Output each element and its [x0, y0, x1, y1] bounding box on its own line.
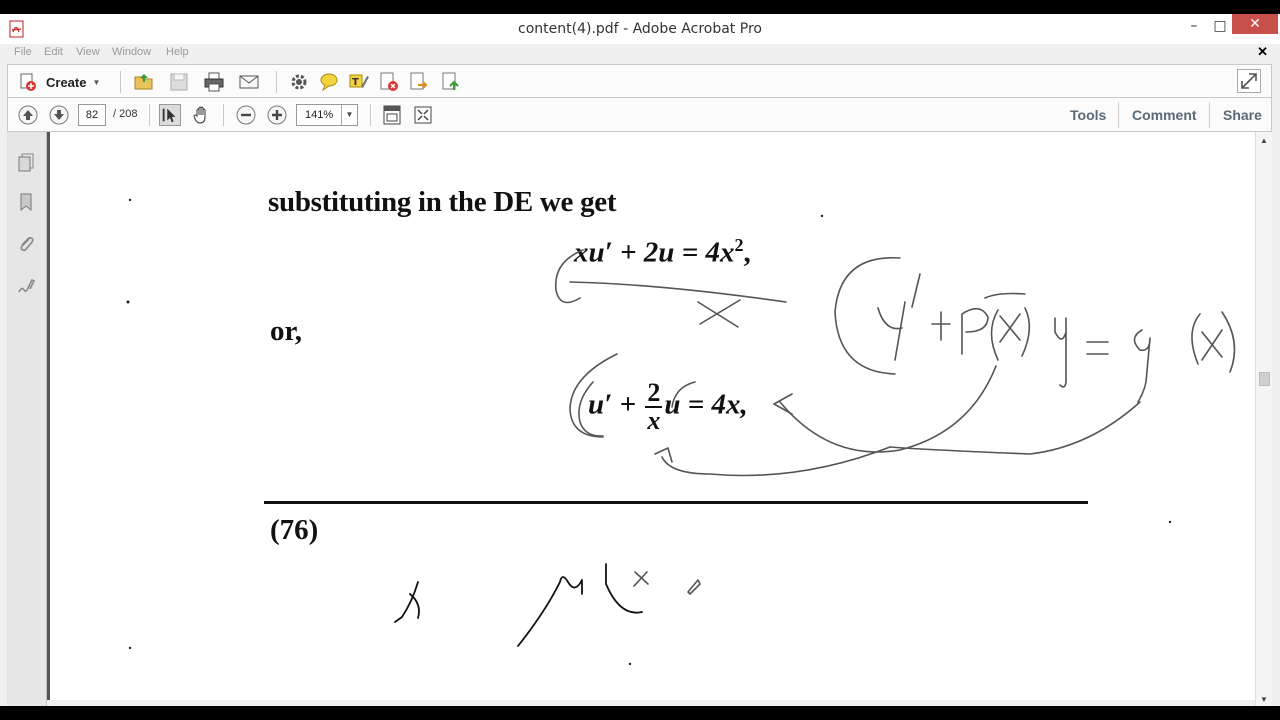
equation-1-body: xu′ + 2u = 4x	[574, 236, 735, 269]
document-page[interactable]: substituting in the DE we get xu′ + 2u =…	[47, 132, 1255, 700]
close-document-button[interactable]: ✕	[1257, 44, 1268, 60]
menu-file[interactable]: File	[14, 46, 32, 58]
menu-view[interactable]: View	[76, 46, 100, 58]
equation-1: xu′ + 2u = 4x2,	[574, 235, 751, 270]
window-title: content(4).pdf - Adobe Acrobat Pro	[518, 21, 762, 37]
open-folder-icon[interactable]	[133, 71, 155, 93]
signature-pen-icon[interactable]	[16, 276, 36, 296]
svg-text:T: T	[352, 77, 359, 88]
zoom-select[interactable]: 141% ▼	[296, 104, 358, 126]
scroll-down-icon[interactable]: ▼	[1260, 695, 1268, 704]
minimize-button[interactable]: –	[1180, 14, 1208, 40]
menu-bar: File Edit View Window Help ✕	[0, 44, 1280, 62]
toolbar-divider	[120, 71, 121, 93]
toolbar-divider	[370, 104, 371, 126]
expand-icon[interactable]	[1237, 69, 1261, 93]
fit-page-icon[interactable]	[381, 104, 403, 126]
tab-divider	[1118, 102, 1119, 128]
close-window-button[interactable]: ✕	[1232, 14, 1278, 34]
fraction-denominator: x	[647, 406, 661, 435]
navigation-toolbar: 82 / 208 141% ▼ Tools Comment Share	[7, 98, 1272, 132]
print-icon[interactable]	[203, 71, 225, 93]
share-icon[interactable]	[440, 71, 462, 93]
maximize-button[interactable]: □	[1206, 14, 1234, 40]
toolbar-divider	[276, 71, 277, 93]
next-page-icon[interactable]	[48, 104, 70, 126]
chevron-down-icon: ▼	[92, 77, 101, 87]
create-label: Create	[46, 74, 87, 90]
menu-window[interactable]: Window	[112, 46, 151, 58]
page-number-label: (76)	[270, 514, 319, 546]
page-number-input[interactable]: 82	[78, 104, 106, 126]
bookmark-icon[interactable]	[16, 192, 36, 212]
attachment-paperclip-icon[interactable]	[16, 234, 36, 254]
tab-divider	[1209, 102, 1210, 128]
tab-comment[interactable]: Comment	[1132, 107, 1197, 123]
page-thumbnails-icon[interactable]	[16, 152, 36, 172]
main-toolbar: Create ▼ T	[7, 64, 1272, 98]
document-text-line: substituting in the DE we get	[268, 186, 617, 218]
equation-2-left: u′ +	[588, 388, 644, 421]
equation-2: u′ + 2xu = 4x,	[588, 380, 748, 434]
letterbox-bar	[0, 706, 1280, 720]
scroll-up-icon[interactable]: ▲	[1260, 136, 1268, 145]
or-label: or,	[270, 315, 302, 347]
previous-page-icon[interactable]	[17, 104, 39, 126]
create-button[interactable]: Create ▼	[18, 71, 100, 93]
zoom-in-icon[interactable]	[266, 104, 288, 126]
fraction-numerator: 2	[645, 378, 663, 408]
save-icon[interactable]	[168, 71, 190, 93]
email-icon[interactable]	[238, 71, 260, 93]
equation-2-right: u = 4x,	[664, 388, 748, 421]
highlight-icon[interactable]: T	[348, 71, 370, 93]
title-bar: content(4).pdf - Adobe Acrobat Pro – □ ✕	[0, 14, 1280, 44]
gear-icon[interactable]	[288, 71, 310, 93]
tab-share[interactable]: Share	[1223, 107, 1262, 123]
vertical-scrollbar[interactable]: ▲ ▼	[1255, 132, 1272, 706]
toolbar-divider	[223, 104, 224, 126]
select-cursor-icon[interactable]	[159, 104, 181, 126]
menu-edit[interactable]: Edit	[44, 46, 63, 58]
delete-icon[interactable]	[378, 71, 400, 93]
export-icon[interactable]	[408, 71, 430, 93]
acrobat-window: content(4).pdf - Adobe Acrobat Pro – □ ✕…	[0, 14, 1280, 706]
full-screen-icon[interactable]	[412, 104, 434, 126]
zoom-value: 141%	[305, 109, 334, 121]
comment-bubble-icon[interactable]	[318, 71, 340, 93]
toolbar-divider	[149, 104, 150, 126]
tab-tools[interactable]: Tools	[1070, 107, 1106, 123]
menu-help[interactable]: Help	[166, 46, 189, 58]
scrollbar-thumb[interactable]	[1259, 372, 1270, 386]
zoom-out-icon[interactable]	[235, 104, 257, 126]
page-total-label: / 208	[113, 108, 138, 120]
create-icon	[20, 73, 36, 91]
equation-2-fraction: 2x	[645, 378, 663, 435]
hand-tool-icon[interactable]	[191, 104, 213, 126]
equation-1-comma: ,	[743, 236, 751, 269]
horizontal-rule	[264, 501, 1088, 504]
chevron-down-icon[interactable]: ▼	[341, 105, 357, 125]
navigation-pane	[7, 132, 47, 706]
